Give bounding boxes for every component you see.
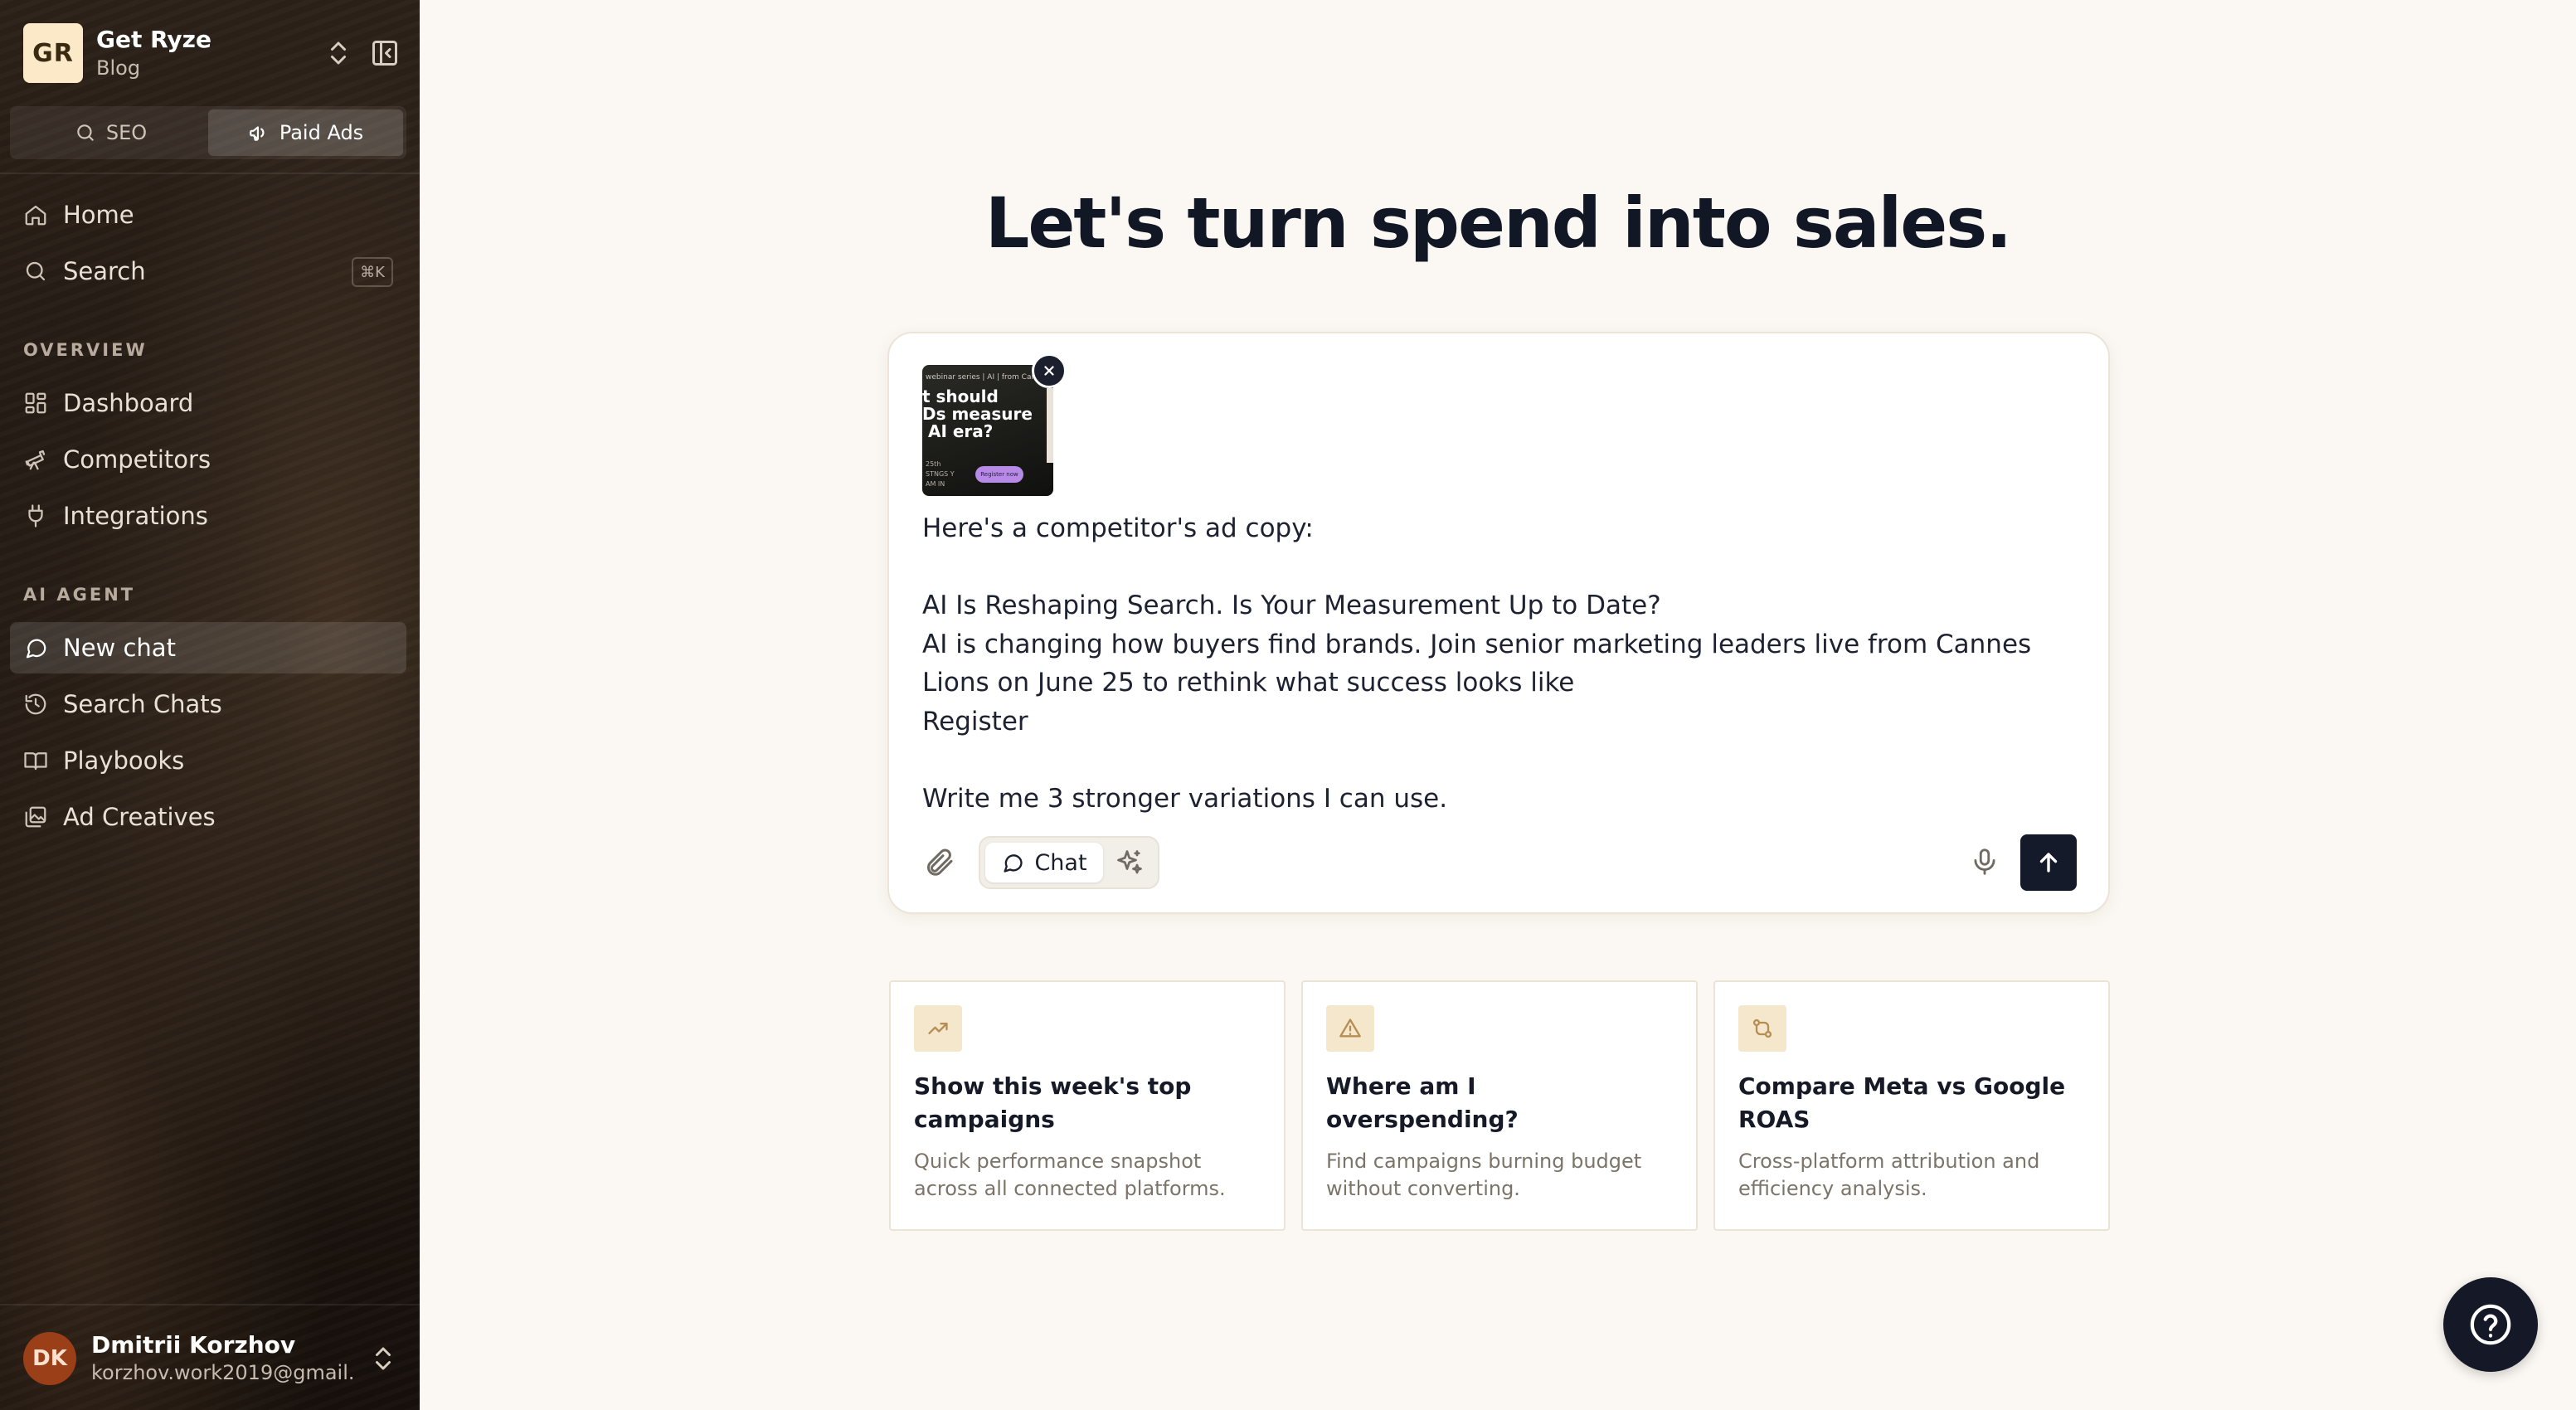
workspace-subtitle: Blog bbox=[96, 56, 141, 80]
megaphone-icon bbox=[249, 126, 265, 141]
card-description: Cross-platform attribution and efficienc… bbox=[1738, 1150, 2040, 1200]
book-open-icon bbox=[24, 752, 47, 771]
sidebar-collapse-icon[interactable] bbox=[370, 38, 400, 68]
sidebar-item-dashboard-label: Dashboard bbox=[63, 389, 194, 417]
page-title: Let's turn spend into sales. bbox=[984, 182, 2012, 264]
chevron-up-down-icon[interactable] bbox=[368, 1344, 398, 1374]
sidebar-item-dashboard[interactable]: Dashboard bbox=[10, 377, 406, 429]
search-icon bbox=[77, 124, 94, 141]
chat-bubble-icon bbox=[26, 639, 46, 659]
trending-up-icon bbox=[928, 1023, 948, 1034]
workspace-text: Get Ryze Blog bbox=[96, 25, 211, 81]
close-icon bbox=[1044, 366, 1054, 376]
sidebar-item-competitors-label: Competitors bbox=[63, 445, 211, 474]
dashboard-icon bbox=[25, 392, 46, 414]
suggestion-card-top-campaigns[interactable]: Show this week's top campaigns Quick per… bbox=[889, 980, 1286, 1231]
chat-composer[interactable]: webinar series | AI | from Cannes Lions … bbox=[887, 332, 2110, 914]
sidebar-item-search[interactable]: Search ⌘K bbox=[10, 246, 406, 297]
history-icon bbox=[25, 693, 46, 715]
section-label-ai-agent: AI AGENT bbox=[23, 585, 136, 605]
avatar: DK bbox=[23, 1332, 76, 1385]
user-text: Dmitrii Korzhov korzhov.work2019@gmail..… bbox=[91, 1331, 357, 1386]
plug-icon bbox=[28, 504, 43, 528]
user-email: korzhov.work2019@gmail.... bbox=[91, 1361, 357, 1384]
sidebar-bottom-divider bbox=[0, 1304, 420, 1305]
microphone-icon[interactable] bbox=[1969, 846, 2000, 878]
help-circle-icon bbox=[2470, 1304, 2511, 1345]
attachment-cta: Register now bbox=[975, 466, 1023, 483]
attachment-footer: 25th STNGS Y AM IN bbox=[926, 460, 955, 488]
warning-icon bbox=[1339, 1019, 1361, 1038]
attachment-edge bbox=[1047, 388, 1053, 463]
sidebar-item-playbooks[interactable]: Playbooks bbox=[10, 735, 406, 786]
chat-mode-button[interactable]: Chat bbox=[985, 843, 1103, 882]
search-icon bbox=[26, 261, 46, 281]
card-title: Show this week's top campaigns bbox=[914, 1072, 1192, 1133]
sidebar-item-ad-creatives-label: Ad Creatives bbox=[63, 803, 216, 831]
message-input[interactable]: Here's a competitor's ad copy: AI Is Res… bbox=[922, 509, 2075, 818]
sidebar-item-competitors[interactable]: Competitors bbox=[10, 434, 406, 485]
home-icon bbox=[25, 205, 46, 226]
attachment-thumbnail[interactable]: webinar series | AI | from Cannes Lions … bbox=[922, 365, 1053, 496]
tab-paid-ads-label: Paid Ads bbox=[279, 121, 364, 144]
workspace-switcher[interactable]: GR Get Ryze Blog bbox=[23, 23, 400, 83]
send-button[interactable] bbox=[2020, 834, 2077, 891]
remove-attachment-button[interactable] bbox=[1032, 353, 1067, 388]
user-menu[interactable]: DK Dmitrii Korzhov korzhov.work2019@gmai… bbox=[23, 1330, 400, 1387]
mode-toggle: Chat bbox=[979, 836, 1159, 889]
compare-icon bbox=[1752, 1019, 1772, 1038]
card-title: Compare Meta vs Google ROAS bbox=[1738, 1072, 2066, 1133]
arrow-up-icon bbox=[2039, 853, 2058, 873]
workspace-name: Get Ryze bbox=[96, 26, 211, 53]
card-icon-wrap bbox=[914, 1005, 962, 1052]
user-name: Dmitrii Korzhov bbox=[91, 1331, 296, 1359]
section-label-overview: OVERVIEW bbox=[23, 340, 148, 360]
paperclip-icon[interactable] bbox=[922, 846, 955, 879]
chat-mode-label: Chat bbox=[1034, 849, 1087, 876]
workspace-avatar: GR bbox=[23, 23, 83, 83]
telescope-icon bbox=[25, 450, 46, 470]
sidebar-item-home[interactable]: Home bbox=[10, 189, 406, 241]
sidebar-item-home-label: Home bbox=[63, 201, 134, 229]
sidebar-divider bbox=[0, 173, 420, 174]
chat-bubble-icon bbox=[1004, 854, 1023, 873]
card-description: Find campaigns burning budget without co… bbox=[1326, 1150, 1642, 1200]
card-title: Where am I overspending? bbox=[1326, 1072, 1519, 1133]
card-icon-wrap bbox=[1738, 1005, 1786, 1052]
sidebar-item-search-chats[interactable]: Search Chats bbox=[10, 678, 406, 730]
sidebar-item-new-chat[interactable]: New chat bbox=[10, 622, 406, 673]
sidebar-item-playbooks-label: Playbooks bbox=[63, 746, 185, 775]
sidebar: GR Get Ryze Blog SEO Paid Ads Home Searc… bbox=[0, 0, 420, 1410]
search-shortcut-badge: ⌘K bbox=[352, 257, 393, 287]
sidebar-item-new-chat-label: New chat bbox=[63, 634, 176, 662]
sparkles-icon[interactable] bbox=[1115, 848, 1145, 878]
sidebar-item-ad-creatives[interactable]: Ad Creatives bbox=[10, 791, 406, 843]
tab-seo-label: SEO bbox=[105, 121, 148, 144]
suggestion-card-compare-roas[interactable]: Compare Meta vs Google ROAS Cross-platfo… bbox=[1713, 980, 2110, 1231]
card-description: Quick performance snapshot across all co… bbox=[914, 1150, 1226, 1200]
sidebar-item-search-label: Search bbox=[63, 257, 146, 285]
mode-tabs: SEO Paid Ads bbox=[10, 106, 406, 159]
sidebar-item-search-chats-label: Search Chats bbox=[63, 690, 222, 718]
help-button[interactable] bbox=[2443, 1277, 2538, 1372]
images-icon bbox=[25, 806, 46, 828]
tab-seo[interactable]: SEO bbox=[13, 109, 208, 156]
suggestion-card-overspending[interactable]: Where am I overspending? Find campaigns … bbox=[1301, 980, 1698, 1231]
tab-paid-ads[interactable]: Paid Ads bbox=[208, 109, 403, 156]
sidebar-item-integrations[interactable]: Integrations bbox=[10, 490, 406, 542]
attachment-headline: t should Ds measure AI era? bbox=[922, 387, 1033, 441]
chevron-up-down-icon[interactable] bbox=[323, 38, 353, 68]
card-icon-wrap bbox=[1326, 1005, 1374, 1052]
sidebar-item-integrations-label: Integrations bbox=[63, 502, 208, 530]
